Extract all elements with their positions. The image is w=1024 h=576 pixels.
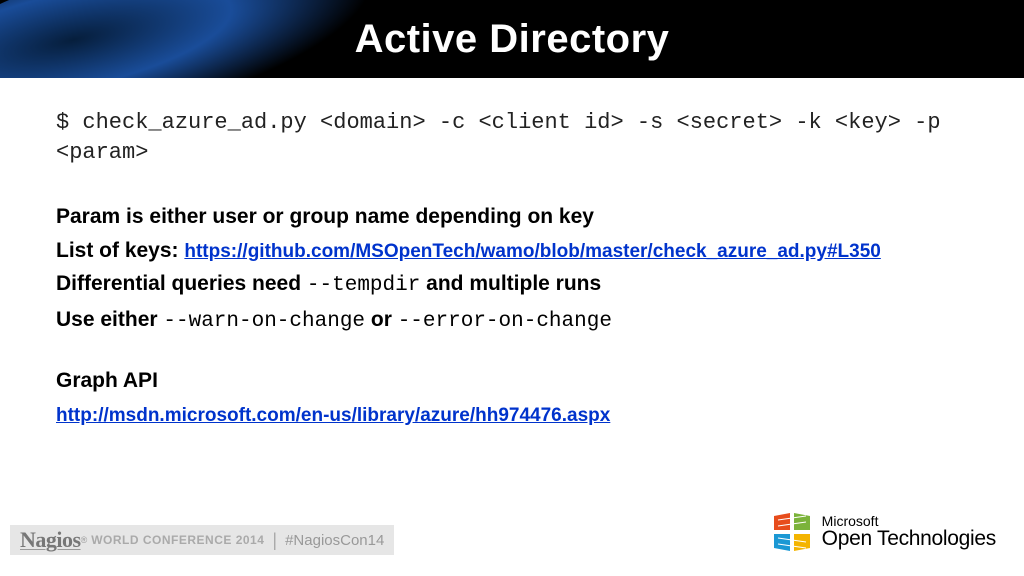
use-mid: or — [365, 308, 398, 331]
slide-footer: Nagios® WORLD CONFERENCE 2014 | #NagiosC… — [0, 518, 1024, 562]
keys-link[interactable]: https://github.com/MSOpenTech/wamo/blob/… — [184, 241, 880, 262]
list-of-keys-line: List of keys: https://github.com/MSOpenT… — [56, 235, 968, 267]
nagios-footer-block: Nagios® WORLD CONFERENCE 2014 | #NagiosC… — [10, 525, 394, 555]
error-flag: --error-on-change — [398, 310, 612, 333]
diff-pre: Differential queries need — [56, 272, 307, 295]
ms-line2: Open Technologies — [822, 528, 996, 550]
graph-api-link[interactable]: http://msdn.microsoft.com/en-us/library/… — [56, 405, 610, 426]
use-pre: Use either — [56, 308, 163, 331]
slide-header: Active Directory — [0, 0, 1024, 78]
graph-api-link-line: http://msdn.microsoft.com/en-us/library/… — [56, 399, 968, 431]
ms-opentech-icon — [772, 512, 812, 552]
slide-title: Active Directory — [355, 17, 670, 62]
hashtag: #NagiosCon14 — [285, 532, 384, 549]
conference-label: WORLD CONFERENCE 2014 — [91, 533, 264, 547]
list-label: List of keys: — [56, 239, 184, 262]
command-example: $ check_azure_ad.py <domain> -c <client … — [56, 108, 968, 167]
differential-line: Differential queries need --tempdir and … — [56, 268, 968, 302]
header-decoration — [0, 0, 411, 78]
graph-api-heading: Graph API — [56, 365, 968, 397]
ms-line1: Microsoft — [822, 514, 996, 529]
use-either-line: Use either --warn-on-change or --error-o… — [56, 304, 968, 338]
nagios-logo: Nagios — [20, 527, 81, 553]
footer-separator: | — [272, 530, 277, 551]
diff-post: and multiple runs — [420, 272, 601, 295]
tempdir-flag: --tempdir — [307, 274, 420, 297]
registered-mark: ® — [81, 535, 88, 545]
param-description: Param is either user or group name depen… — [56, 201, 968, 233]
microsoft-footer: Microsoft Open Technologies — [772, 512, 996, 552]
warn-flag: --warn-on-change — [163, 310, 365, 333]
ms-text-block: Microsoft Open Technologies — [822, 514, 996, 551]
slide-content: $ check_azure_ad.py <domain> -c <client … — [0, 78, 1024, 430]
